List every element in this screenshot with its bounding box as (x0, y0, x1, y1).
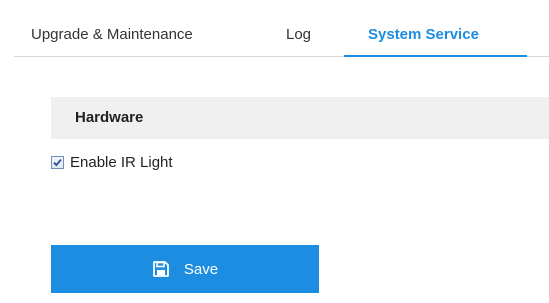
system-service-page: Upgrade & Maintenance Log System Service… (0, 0, 549, 303)
active-tab-indicator (344, 55, 527, 57)
section-title: Hardware (75, 109, 144, 126)
hardware-section-header: Hardware (51, 97, 549, 139)
floppy-disk-icon (152, 261, 169, 277)
checkmark-icon (53, 158, 62, 166)
tab-log[interactable]: Log (286, 14, 311, 56)
save-button[interactable]: Save (51, 245, 319, 293)
enable-ir-light-checkbox[interactable] (51, 155, 64, 169)
enable-ir-light-option[interactable]: Enable IR Light (51, 152, 173, 172)
save-button-label: Save (183, 260, 219, 278)
tab-upgrade-maintenance[interactable]: Upgrade & Maintenance (31, 14, 193, 56)
tab-system-service[interactable]: System Service (368, 14, 479, 56)
tab-bar: Upgrade & Maintenance Log System Service (14, 14, 549, 57)
enable-ir-light-label: Enable IR Light (70, 153, 173, 171)
